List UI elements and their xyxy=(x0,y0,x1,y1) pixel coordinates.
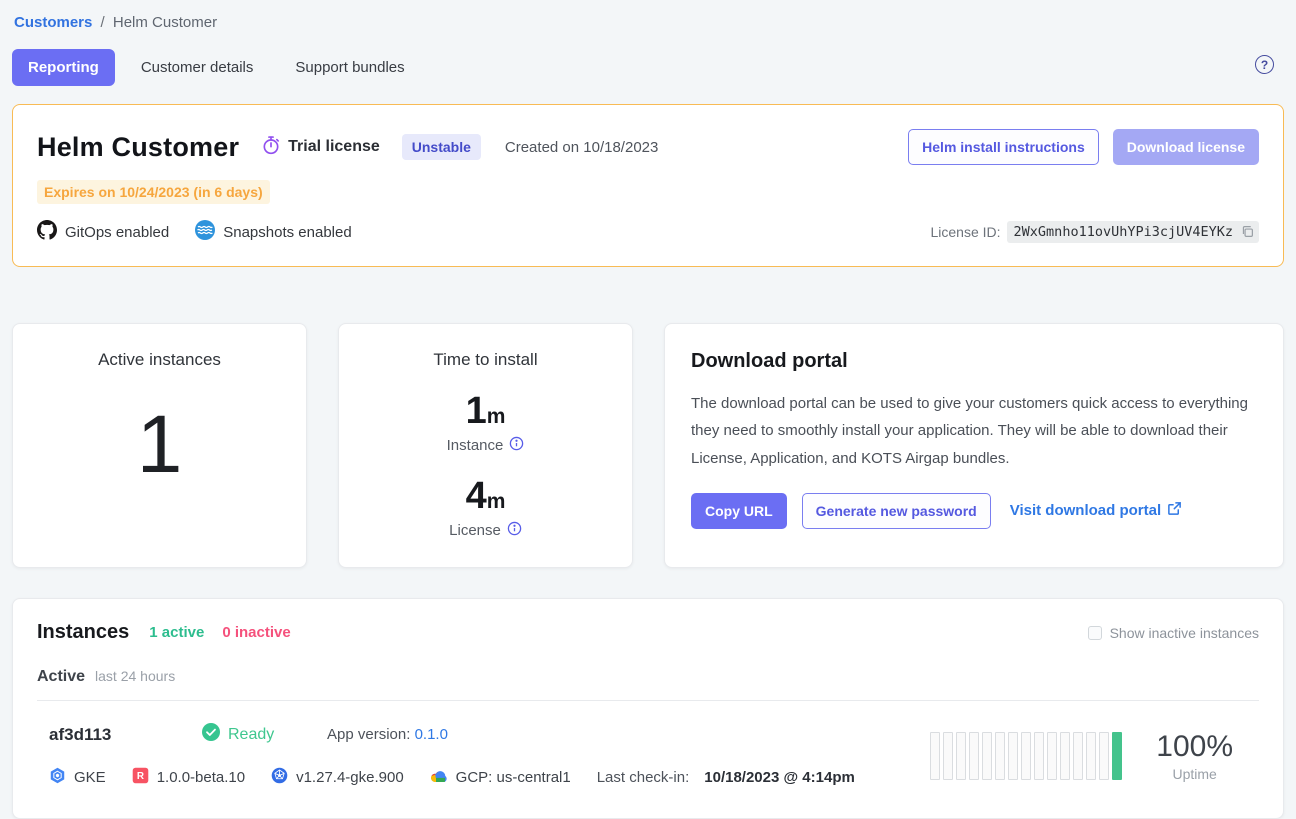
breadcrumb-separator: / xyxy=(101,14,105,31)
breadcrumb: Customers / Helm Customer xyxy=(12,0,1284,31)
tab-customer-details[interactable]: Customer details xyxy=(125,49,270,86)
customer-name: Helm Customer xyxy=(37,132,239,163)
uptime-chart xyxy=(930,732,1122,780)
active-count: 1 active xyxy=(149,624,204,641)
snapshots-label: Snapshots enabled xyxy=(223,224,351,241)
app-version: App version: 0.1.0 xyxy=(327,726,448,743)
created-date: Created on 10/18/2023 xyxy=(505,139,658,156)
github-icon xyxy=(37,220,65,244)
distribution-item: GKE xyxy=(49,767,106,788)
license-id-group: License ID: 2WxGmnho11ovUhYPi3cjUV4EYKz xyxy=(931,221,1260,243)
svg-text:R: R xyxy=(137,771,144,782)
info-icon[interactable] xyxy=(509,436,524,455)
breadcrumb-current: Helm Customer xyxy=(113,14,217,31)
gitops-label: GitOps enabled xyxy=(65,224,169,241)
help-icon[interactable]: ? xyxy=(1255,55,1274,74)
instance-install-label: Instance xyxy=(339,436,632,455)
instances-card: Instances 1 active 0 inactive Show inact… xyxy=(12,598,1284,819)
show-inactive-toggle[interactable]: Show inactive instances xyxy=(1088,625,1259,641)
status-badge: Ready xyxy=(202,723,327,746)
visit-download-portal-link[interactable]: Visit download portal xyxy=(1010,501,1182,520)
generate-password-button[interactable]: Generate new password xyxy=(802,493,991,529)
k8s-version-item: v1.27.4-gke.900 xyxy=(271,767,404,788)
download-portal-description: The download portal can be used to give … xyxy=(691,390,1256,472)
license-id-value: 2WxGmnho11ovUhYPi3cjUV4EYKz xyxy=(1007,221,1259,243)
instances-title: Instances xyxy=(37,621,129,644)
active-instances-title: Active instances xyxy=(13,350,306,370)
app-version-link[interactable]: 0.1.0 xyxy=(415,726,448,743)
tab-reporting[interactable]: Reporting xyxy=(12,49,115,86)
license-install-time: 4m xyxy=(339,477,632,515)
tab-bar: Reporting Customer details Support bundl… xyxy=(12,49,1284,86)
instance-row[interactable]: af3d113 Ready App version: 0.1.0 xyxy=(37,701,1259,794)
license-id-label: License ID: xyxy=(931,224,1001,240)
copy-icon[interactable] xyxy=(1241,225,1254,242)
uptime-label: Uptime xyxy=(1156,766,1233,782)
external-link-icon xyxy=(1167,501,1182,520)
page: Customers / Helm Customer Reporting Cust… xyxy=(0,0,1296,819)
metrics-row: Active instances 1 Time to install 1m In… xyxy=(12,323,1284,568)
snapshots-icon xyxy=(195,220,223,244)
gke-icon xyxy=(49,767,66,788)
gitops-feature: GitOps enabled xyxy=(37,220,169,244)
time-to-install-card: Time to install 1m Instance 4m License xyxy=(338,323,633,568)
show-inactive-checkbox[interactable] xyxy=(1088,626,1102,640)
channel-badge: Unstable xyxy=(402,134,481,160)
breadcrumb-customers-link[interactable]: Customers xyxy=(14,14,92,31)
active-instances-value: 1 xyxy=(13,404,306,486)
download-portal-card: Download portal The download portal can … xyxy=(664,323,1284,568)
license-type: Trial license xyxy=(261,135,380,160)
download-portal-title: Download portal xyxy=(691,350,1257,373)
region-item: GCP: us-central1 xyxy=(430,769,571,787)
active-instances-card: Active instances 1 xyxy=(12,323,307,568)
customer-summary-card: Helm Customer Trial license Unstable Cre… xyxy=(12,104,1284,267)
instance-install-time: 1m xyxy=(339,392,632,430)
snapshots-feature: Snapshots enabled xyxy=(195,220,351,244)
replicated-icon: R xyxy=(132,767,149,788)
expires-badge: Expires on 10/24/2023 (in 6 days) xyxy=(37,180,270,204)
download-license-button[interactable]: Download license xyxy=(1113,129,1259,165)
gcp-icon xyxy=(430,769,448,787)
instance-id: af3d113 xyxy=(49,725,202,745)
stopwatch-icon xyxy=(261,135,288,160)
inactive-count: 0 inactive xyxy=(222,624,290,641)
tab-support-bundles[interactable]: Support bundles xyxy=(279,49,420,86)
license-type-label: Trial license xyxy=(288,138,380,156)
show-inactive-label: Show inactive instances xyxy=(1110,625,1259,641)
info-icon[interactable] xyxy=(507,521,522,540)
license-install-label: License xyxy=(339,521,632,540)
time-to-install-title: Time to install xyxy=(339,350,632,370)
kots-version-item: R 1.0.0-beta.10 xyxy=(132,767,245,788)
copy-url-button[interactable]: Copy URL xyxy=(691,493,787,529)
helm-install-instructions-button[interactable]: Helm install instructions xyxy=(908,129,1099,165)
kubernetes-icon xyxy=(271,767,288,788)
uptime-value: 100% xyxy=(1156,730,1233,763)
check-circle-icon xyxy=(202,723,220,746)
active-group-range: last 24 hours xyxy=(95,668,175,684)
last-checkin-item: Last check-in: 10/18/2023 @ 4:14pm xyxy=(597,769,855,786)
active-group-label: Active xyxy=(37,668,85,686)
